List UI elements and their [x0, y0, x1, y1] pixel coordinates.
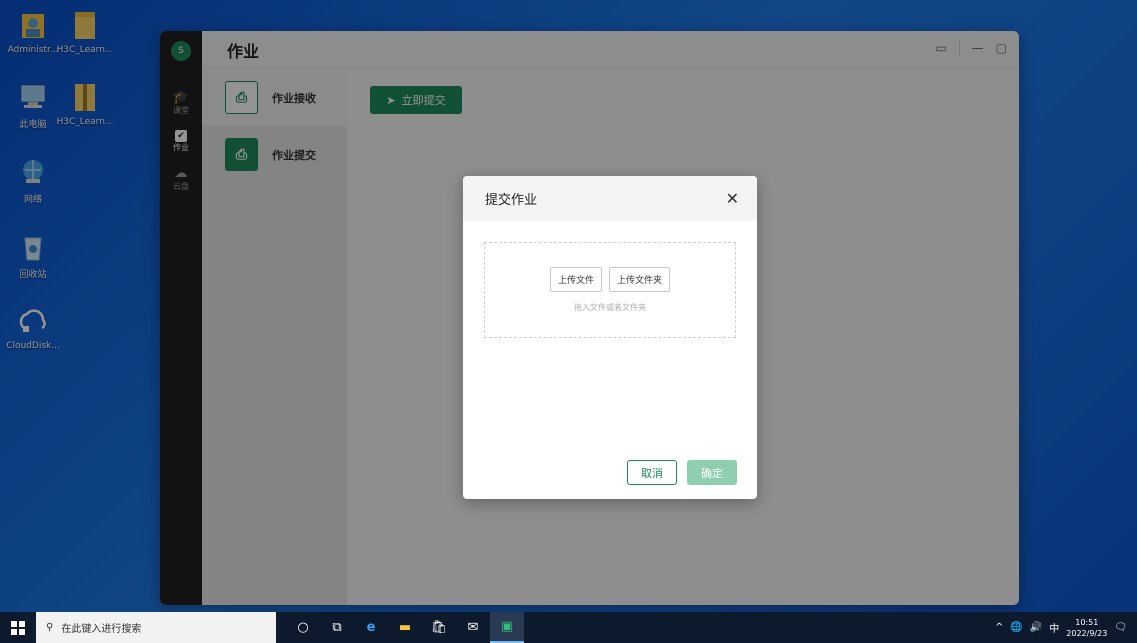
ime-indicator[interactable]: 中: [1049, 620, 1059, 635]
close-icon[interactable]: ✕: [726, 189, 739, 208]
chevron-up-icon[interactable]: ^: [995, 622, 1003, 633]
network-tray-icon[interactable]: 🌐: [1010, 622, 1022, 633]
notification-icon[interactable]: 🗨: [1114, 622, 1127, 633]
system-tray: ^ 🌐 🔊 中 10:51 2022/9/23 🗨: [995, 612, 1137, 643]
dialog-header: 提交作业 ✕: [463, 176, 757, 221]
time: 10:51: [1075, 617, 1099, 627]
dialog-footer: 取消 确定: [627, 460, 737, 485]
mail-icon[interactable]: ✉: [456, 612, 490, 643]
search-icon: ⚲: [46, 622, 54, 633]
taskbar-search[interactable]: ⚲ 在此键入进行搜索: [36, 612, 276, 643]
upload-file-button[interactable]: 上传文件: [549, 267, 602, 292]
task-view-icon[interactable]: ⧉: [320, 612, 354, 643]
taskbar: ⚲ 在此键入进行搜索 ○ ⧉ e ▬ 🛍 ✉ ▣ ^ 🌐 🔊 中 10:51 2…: [0, 612, 1137, 643]
clock[interactable]: 10:51 2022/9/23: [1066, 617, 1107, 639]
homework-app-icon[interactable]: ▣: [490, 612, 524, 643]
taskbar-apps: ○ ⧉ e ▬ 🛍 ✉ ▣: [286, 612, 524, 643]
confirm-button[interactable]: 确定: [687, 460, 737, 485]
file-explorer-icon[interactable]: ▬: [388, 612, 422, 643]
upload-buttons: 上传文件 上传文件夹: [549, 267, 671, 292]
search-placeholder: 在此键入进行搜索: [61, 624, 142, 635]
upload-folder-button[interactable]: 上传文件夹: [609, 267, 671, 292]
file-dropzone[interactable]: 上传文件 上传文件夹 拖入文件或者文件夹: [484, 242, 736, 338]
windows-logo-icon: [11, 620, 25, 635]
edge-icon[interactable]: e: [354, 612, 388, 643]
drop-hint: 拖入文件或者文件夹: [574, 303, 646, 312]
date: 2022/9/23: [1066, 628, 1108, 638]
submit-homework-dialog: 提交作业 ✕ 上传文件 上传文件夹 拖入文件或者文件夹 取消 确定: [463, 176, 757, 499]
volume-icon[interactable]: 🔊: [1030, 622, 1042, 633]
cortana-icon[interactable]: ○: [286, 612, 320, 643]
dialog-title: 提交作业: [485, 193, 538, 208]
cancel-button[interactable]: 取消: [627, 460, 677, 485]
start-button[interactable]: [0, 612, 36, 643]
store-icon[interactable]: 🛍: [422, 612, 456, 643]
